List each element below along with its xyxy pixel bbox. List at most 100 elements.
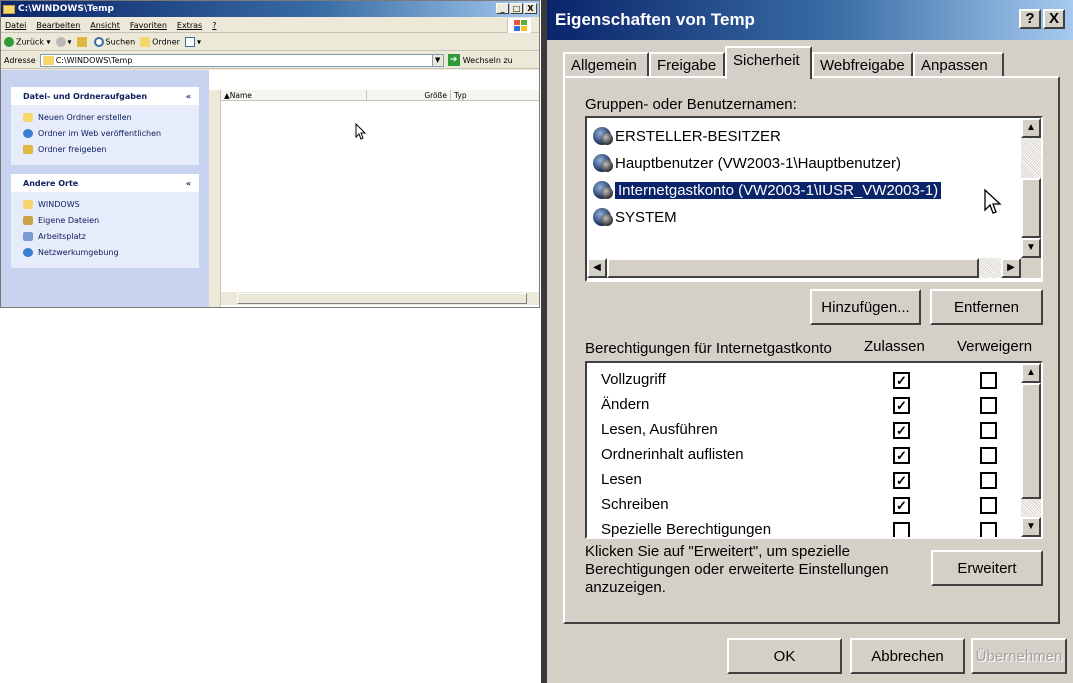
column-type[interactable]: Typ xyxy=(451,90,539,101)
place-windows[interactable]: WINDOWS xyxy=(23,198,199,210)
address-input[interactable]: C:\WINDOWS\Temp ▼ xyxy=(39,53,444,67)
allow-checkbox[interactable] xyxy=(893,522,910,537)
allow-checkbox[interactable]: ✓ xyxy=(893,422,910,439)
deny-checkbox[interactable] xyxy=(980,447,997,464)
cancel-button[interactable]: Abbrechen xyxy=(850,638,965,674)
go-button[interactable]: ➔ Wechseln zu xyxy=(447,54,513,66)
list-item[interactable]: ERSTELLER-BESITZER xyxy=(593,124,781,148)
column-headers: ▲Name Größe Typ xyxy=(221,90,539,101)
advanced-button[interactable]: Erweitert xyxy=(931,550,1043,586)
scroll-thumb[interactable] xyxy=(237,293,527,304)
users-vertical-scrollbar[interactable]: ▲ ▼ xyxy=(1021,118,1041,258)
forward-button[interactable]: ▾ xyxy=(55,37,72,47)
address-value: C:\WINDOWS\Temp xyxy=(55,55,133,65)
computer-icon xyxy=(23,231,33,241)
tab-anpassen[interactable]: Anpassen xyxy=(913,52,1004,78)
address-dropdown-icon[interactable]: ▼ xyxy=(431,54,443,66)
permissions-vertical-scrollbar[interactable]: ▲ ▼ xyxy=(1021,363,1041,537)
menu-datei[interactable]: Datei xyxy=(5,21,26,30)
apply-button[interactable]: Übernehmen xyxy=(971,638,1067,674)
column-name[interactable]: ▲Name xyxy=(221,90,367,101)
scroll-thumb[interactable] xyxy=(1021,383,1041,499)
allow-header: Zulassen xyxy=(864,338,925,355)
permission-row: Lesen ✓ xyxy=(601,469,1011,494)
permission-name: Ändern xyxy=(601,396,650,413)
file-list[interactable]: ▲Name Größe Typ xyxy=(209,70,539,307)
place-my-documents[interactable]: Eigene Dateien xyxy=(23,214,199,226)
search-button[interactable]: Suchen xyxy=(93,37,135,47)
mouse-cursor-icon xyxy=(355,123,367,140)
allow-checkbox[interactable]: ✓ xyxy=(893,397,910,414)
permissions-listbox[interactable]: Vollzugriff ✓ Ändern ✓ Lesen, Ausführen ✓ Ordn… xyxy=(585,361,1043,539)
explorer-title: C:\WINDOWS\Temp xyxy=(18,4,114,14)
deny-checkbox[interactable] xyxy=(980,472,997,489)
add-button[interactable]: Hinzufügen... xyxy=(810,289,921,325)
scroll-thumb[interactable] xyxy=(607,258,979,278)
allow-checkbox[interactable]: ✓ xyxy=(893,497,910,514)
scroll-right-icon[interactable]: ▶ xyxy=(1001,258,1021,278)
views-button[interactable]: ▾ xyxy=(184,37,201,47)
explorer-titlebar[interactable]: C:\WINDOWS\Temp _ □ X xyxy=(1,1,539,17)
scroll-down-icon[interactable]: ▼ xyxy=(1021,238,1041,258)
shared-folder-icon xyxy=(23,144,33,154)
up-folder-button[interactable] xyxy=(76,37,89,47)
minimize-button[interactable]: _ xyxy=(496,3,509,14)
users-listbox[interactable]: ERSTELLER-BESITZER Hauptbenutzer (VW2003… xyxy=(585,116,1043,282)
menu-ansicht[interactable]: Ansicht xyxy=(90,21,120,30)
deny-checkbox[interactable] xyxy=(980,522,997,537)
file-tasks-header[interactable]: Datei- und Ordneraufgaben « xyxy=(11,87,199,105)
close-button[interactable]: X xyxy=(524,3,537,14)
permissions-label: Berechtigungen für Internetgastkonto xyxy=(585,340,832,357)
maximize-button[interactable]: □ xyxy=(510,3,523,14)
users-horizontal-scrollbar[interactable]: ◀ ▶ xyxy=(587,258,1021,278)
collapse-icon[interactable]: « xyxy=(186,179,191,188)
scroll-down-icon[interactable]: ▼ xyxy=(1021,517,1041,537)
menu-bearbeiten[interactable]: Bearbeiten xyxy=(36,21,80,30)
user-group-icon xyxy=(593,127,613,145)
help-button[interactable]: ? xyxy=(1019,9,1041,29)
remove-button[interactable]: Entfernen xyxy=(930,289,1043,325)
deny-checkbox[interactable] xyxy=(980,497,997,514)
list-horizontal-scrollbar[interactable] xyxy=(221,292,539,305)
back-button[interactable]: Zurück ▾ xyxy=(4,37,51,47)
back-arrow-icon xyxy=(4,37,14,47)
tab-freigabe[interactable]: Freigabe xyxy=(649,52,725,78)
task-publish-web[interactable]: Ordner im Web veröffentlichen xyxy=(23,127,199,139)
toolbar: Zurück ▾ ▾ Suchen Ordner ▾ xyxy=(1,34,539,51)
allow-checkbox[interactable]: ✓ xyxy=(893,472,910,489)
allow-checkbox[interactable]: ✓ xyxy=(893,372,910,389)
permission-name: Lesen, Ausführen xyxy=(601,421,718,438)
tab-allgemein[interactable]: Allgemein xyxy=(563,52,649,78)
scroll-thumb[interactable] xyxy=(1021,178,1041,238)
task-new-folder[interactable]: Neuen Ordner erstellen xyxy=(23,111,199,123)
other-places-header[interactable]: Andere Orte « xyxy=(11,174,199,192)
task-share-folder[interactable]: Ordner freigeben xyxy=(23,143,199,155)
tab-webfreigabe[interactable]: Webfreigabe xyxy=(812,52,913,78)
dialog-titlebar[interactable]: Eigenschaften von Temp ? X xyxy=(547,0,1073,40)
scroll-left-icon[interactable]: ◀ xyxy=(587,258,607,278)
place-my-computer[interactable]: Arbeitsplatz xyxy=(23,230,199,242)
views-icon xyxy=(184,37,195,47)
list-item-selected[interactable]: Internetgastkonto (VW2003-1\IUSR_VW2003-… xyxy=(593,178,943,202)
ok-button[interactable]: OK xyxy=(727,638,842,674)
scroll-up-icon[interactable]: ▲ xyxy=(1021,363,1041,383)
allow-checkbox[interactable]: ✓ xyxy=(893,447,910,464)
dialog-close-button[interactable]: X xyxy=(1043,9,1065,29)
deny-checkbox[interactable] xyxy=(980,372,997,389)
menu-extras[interactable]: Extras xyxy=(177,21,202,30)
list-item[interactable]: Hauptbenutzer (VW2003-1\Hauptbenutzer) xyxy=(593,151,901,175)
menu-favoriten[interactable]: Favoriten xyxy=(130,21,167,30)
folders-button[interactable]: Ordner xyxy=(140,37,180,47)
go-arrow-icon: ➔ xyxy=(447,54,460,66)
permission-row: Spezielle Berechtigungen xyxy=(601,519,1011,537)
collapse-icon[interactable]: « xyxy=(186,92,191,101)
list-vertical-scrollbar[interactable] xyxy=(209,90,221,307)
column-size[interactable]: Größe xyxy=(367,90,451,101)
menu-help[interactable]: ? xyxy=(212,21,216,30)
deny-checkbox[interactable] xyxy=(980,422,997,439)
tab-sicherheit[interactable]: Sicherheit xyxy=(725,46,812,79)
deny-checkbox[interactable] xyxy=(980,397,997,414)
list-item[interactable]: SYSTEM xyxy=(593,205,677,229)
scroll-up-icon[interactable]: ▲ xyxy=(1021,118,1041,138)
place-network[interactable]: Netzwerkumgebung xyxy=(23,246,199,258)
